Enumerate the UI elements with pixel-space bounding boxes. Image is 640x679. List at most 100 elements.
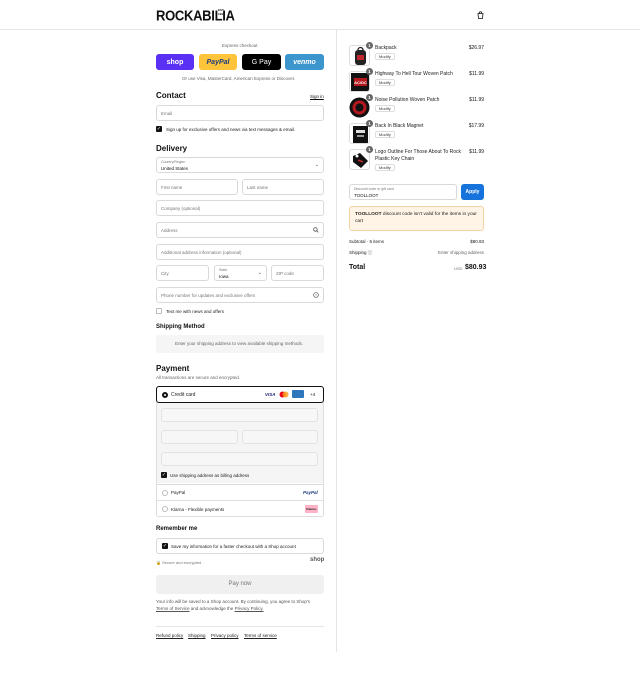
total-currency: USD (454, 266, 463, 271)
state-select[interactable]: State Iowa ⌄ (214, 265, 267, 281)
company-field[interactable]: Company (optional) (156, 200, 324, 216)
card-alternatives-text: Or use Visa, MasterCard, American Expres… (182, 76, 296, 81)
magnet-image (353, 126, 368, 143)
card-cvv-field[interactable] (242, 430, 318, 444)
item-name: Logo Outline For Those About To Rock (375, 149, 461, 155)
address-field[interactable]: Address (156, 222, 324, 238)
info-icon[interactable]: ⓘ (368, 250, 373, 255)
credit-card-label: Credit card (171, 392, 196, 398)
subtotal-label: Subtotal · 5 items (349, 239, 385, 244)
last-name-field[interactable]: Last name (242, 179, 324, 195)
newsletter-label: Sign up for exclusive offers and news vi… (166, 127, 296, 132)
state-value: Iowa (219, 274, 229, 279)
quantity-badge: 1 (366, 120, 373, 127)
first-name-placeholder: First name (161, 185, 183, 190)
header: ROCKABILIA EST 1991 (0, 0, 640, 30)
paypal-label: PayPal (171, 490, 186, 495)
city-field[interactable]: City (156, 265, 209, 281)
remember-me-box: ✓ Save my information for a faster check… (156, 538, 324, 554)
discount-error-line1: TOOLLOOT discount code isn't valid for t… (355, 212, 477, 217)
paypal-radio[interactable] (162, 490, 168, 496)
privacy-policy-link[interactable]: Privacy policy (211, 633, 239, 638)
google-pay-label: G Pay (251, 58, 272, 66)
payment-subtext: All transactions are secure and encrypte… (156, 375, 241, 380)
modify-button[interactable]: Modify (375, 105, 395, 112)
venmo-label: venmo (293, 58, 316, 66)
svg-text:AC/DC: AC/DC (354, 80, 367, 85)
modify-button[interactable]: Modify (375, 131, 395, 138)
backpack-image (355, 46, 366, 65)
text-me-checkbox[interactable] (156, 308, 162, 314)
help-icon[interactable]: ? (313, 292, 319, 298)
card-number-field[interactable] (161, 408, 318, 422)
chevron-down-icon: ⌄ (314, 162, 319, 168)
google-pay-button[interactable]: G Pay (242, 54, 281, 70)
shipping-label: Shipping ⓘ (349, 250, 372, 256)
svg-text:?: ? (315, 293, 317, 297)
save-info-checkbox[interactable]: ✓ (162, 543, 168, 549)
express-checkout-title: Express checkout (222, 43, 258, 48)
discount-code-field[interactable]: Discount code or gift card TOOLLOOT (349, 184, 457, 200)
visa-icon: VISA (265, 392, 276, 397)
venmo-button[interactable]: venmo (285, 54, 324, 70)
modify-button[interactable]: Modify (375, 53, 395, 60)
privacy-link[interactable]: Privacy Policy. (235, 606, 264, 611)
quantity-badge: 1 (366, 94, 373, 101)
secure-encrypted-text: 🔒 Secure and encrypted (156, 560, 202, 565)
total-label: Total (349, 264, 366, 271)
phone-field[interactable]: Phone number for updates and exclusive o… (156, 287, 324, 303)
email-field[interactable]: Email (156, 105, 324, 121)
chevron-down-icon: ⌄ (257, 270, 262, 276)
paypal-logo: PayPal (303, 490, 318, 495)
city-placeholder: City (161, 271, 169, 276)
sign-in-link[interactable]: Sign in (310, 94, 324, 99)
apply-discount-button[interactable]: Apply (461, 184, 484, 200)
shipping-value: Enter shipping address (438, 250, 485, 255)
address2-placeholder: Additional address information (optional… (161, 250, 242, 255)
country-select[interactable]: Country/Region United States ⌄ (156, 157, 324, 173)
paypal-button-label: PayPal (206, 58, 230, 66)
billing-same-checkbox[interactable]: ✓ (161, 472, 167, 478)
refund-policy-link[interactable]: Refund policy (156, 633, 183, 638)
credit-card-radio[interactable] (162, 392, 168, 398)
address2-field[interactable]: Additional address information (optional… (156, 244, 324, 260)
paypal-option[interactable]: PayPal PayPal (157, 484, 323, 500)
shopping-bag-icon[interactable] (477, 11, 484, 19)
klarna-label: Klarna - Flexible payments (171, 507, 225, 512)
klarna-radio[interactable] (162, 506, 168, 512)
search-icon (313, 227, 319, 233)
legal-line2: Terms of Service and acknowledge the Pri… (156, 606, 264, 611)
footer-divider (156, 626, 324, 627)
terms-link[interactable]: Terms of Service (156, 606, 190, 611)
country-label: Country/Region (161, 160, 186, 164)
pay-now-button[interactable]: Pay now (156, 575, 324, 594)
card-name-field[interactable] (161, 452, 318, 466)
quantity-badge: 1 (366, 68, 373, 75)
paypal-button[interactable]: PayPal (199, 54, 237, 70)
modify-button[interactable]: Modify (375, 79, 395, 86)
first-name-field[interactable]: First name (156, 179, 238, 195)
keychain-image (353, 153, 368, 168)
billing-row: ✓ Use shipping address as billing addres… (157, 469, 323, 483)
newsletter-checkbox[interactable]: ✓ (156, 126, 162, 132)
total-value: $80.93 (465, 264, 487, 271)
shop-pay-button[interactable]: shop (156, 54, 194, 70)
quantity-badge: 1 (366, 42, 373, 49)
state-label: State (219, 268, 228, 272)
shipping-policy-link[interactable]: Shipping (188, 633, 206, 638)
klarna-option[interactable]: Klarna - Flexible payments Klarna. (157, 500, 323, 517)
zip-field[interactable]: ZIP code (271, 265, 324, 281)
brand-logo-sub: EST 1991 (218, 8, 225, 16)
phone-placeholder: Phone number for updates and exclusive o… (161, 293, 256, 298)
discount-error-line2: cart (355, 219, 363, 224)
mastercard-icon (279, 391, 289, 398)
discount-error-banner: TOOLLOOT discount code isn't valid for t… (349, 206, 484, 231)
shipping-notice-text: Enter your shipping address to view avai… (175, 341, 304, 346)
secure-text: Secure and encrypted (162, 560, 202, 565)
credit-card-option[interactable]: Credit card VISA +4 (156, 386, 324, 403)
text-me-label: Text me with news and offers (166, 309, 224, 314)
card-form (157, 403, 323, 469)
terms-of-service-link[interactable]: Terms of service (244, 633, 277, 638)
card-expiry-field[interactable] (161, 430, 238, 444)
modify-button[interactable]: Modify (375, 164, 395, 171)
